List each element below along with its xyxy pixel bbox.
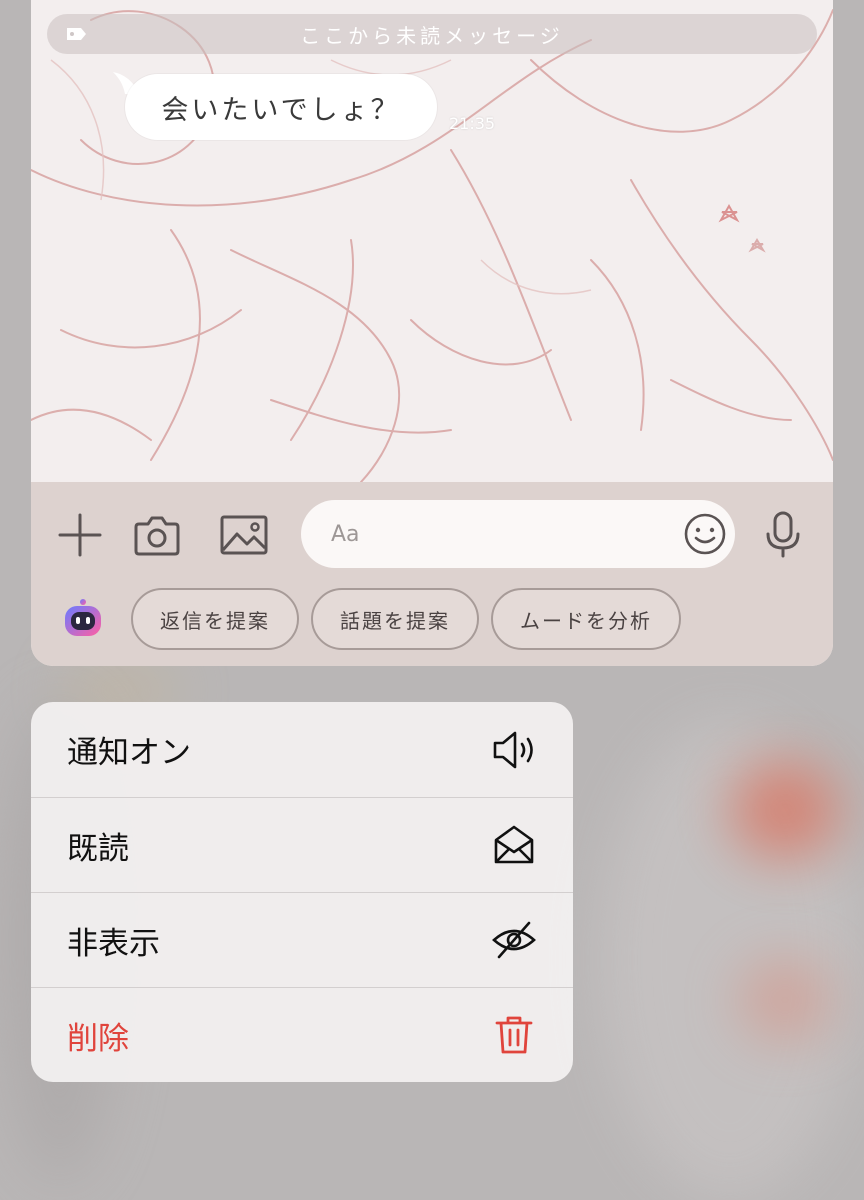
- suggest-topic-chip[interactable]: 話題を提案: [311, 588, 479, 650]
- unread-divider-label: ここから未読メッセージ: [300, 23, 564, 48]
- microphone-icon[interactable]: [761, 510, 805, 558]
- menu-item-notifications-on[interactable]: 通知オン: [31, 702, 573, 797]
- message-bubble[interactable]: 会いたいでしょ？: [125, 74, 437, 140]
- composer: 返信を提案 話題を提案 ムードを分析: [31, 482, 833, 666]
- eye-slash-icon: [492, 921, 536, 959]
- open-envelope-icon: [494, 825, 534, 864]
- message-input[interactable]: [301, 500, 735, 568]
- menu-item-delete[interactable]: 削除: [31, 987, 573, 1082]
- unread-divider: ここから未読メッセージ: [47, 14, 817, 54]
- menu-item-hide[interactable]: 非表示: [31, 892, 573, 987]
- menu-item-label: 通知オン: [67, 735, 191, 771]
- menu-item-label: 削除: [67, 1020, 129, 1057]
- suggest-reply-chip[interactable]: 返信を提案: [131, 588, 299, 650]
- trash-icon: [495, 1016, 533, 1054]
- background-blur: [730, 760, 840, 860]
- message-text: 会いたいでしょ？: [161, 94, 401, 126]
- menu-item-label: 既読: [67, 830, 129, 867]
- plus-icon[interactable]: [57, 512, 103, 558]
- emoji-icon[interactable]: [683, 512, 727, 556]
- message-time: 21:35: [449, 114, 496, 133]
- camera-icon[interactable]: [133, 512, 181, 558]
- analyze-mood-chip[interactable]: ムードを分析: [491, 588, 681, 650]
- background-blur: [740, 960, 830, 1040]
- speaker-icon: [493, 731, 533, 768]
- context-menu: 通知オン 既読 非表示 削除: [31, 702, 573, 1082]
- tag-icon: [67, 28, 86, 40]
- menu-item-label: 非表示: [67, 925, 160, 962]
- chat-preview[interactable]: ここから未読メッセージ 会いたいでしょ？ 21:35 Aa 返信を提案 話題を提…: [31, 0, 833, 666]
- menu-item-mark-read[interactable]: 既読: [31, 797, 573, 892]
- chat-wallpaper: [31, 0, 833, 482]
- image-icon[interactable]: [219, 512, 269, 558]
- ai-assistant-icon[interactable]: [61, 598, 105, 638]
